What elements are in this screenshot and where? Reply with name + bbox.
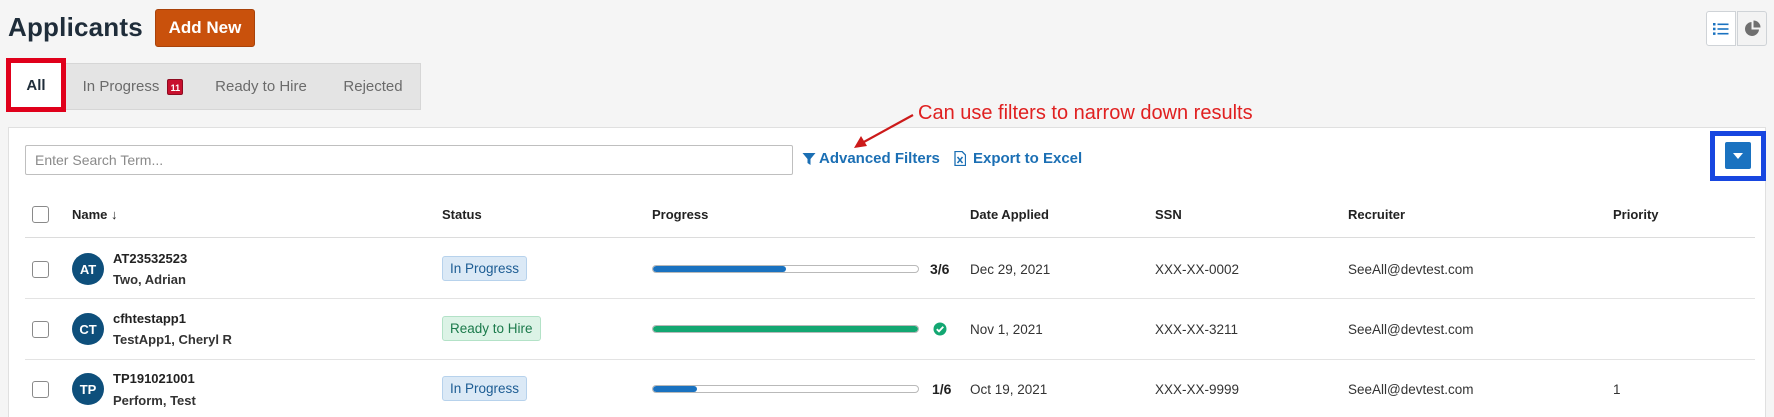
chart-view-button[interactable] xyxy=(1737,11,1767,46)
tab-rejected[interactable]: Rejected xyxy=(335,63,411,110)
caret-down-icon xyxy=(1733,152,1743,159)
date-applied: Dec 29, 2021 xyxy=(970,262,1051,277)
table-header-row xyxy=(25,190,1755,238)
column-header-date-applied[interactable]: Date Applied xyxy=(970,207,1049,222)
progress-count: 3/6 xyxy=(930,261,950,277)
avatar: AT xyxy=(72,253,104,285)
status-badge: In Progress xyxy=(442,256,528,281)
applicant-name[interactable]: TestApp1, Cheryl R xyxy=(113,332,232,347)
column-header-recruiter[interactable]: Recruiter xyxy=(1348,207,1405,222)
advanced-filters-label: Advanced Filters xyxy=(819,150,940,167)
avatar: CT xyxy=(72,313,104,345)
list-view-icon xyxy=(1713,22,1729,35)
progress-bar xyxy=(652,265,919,273)
column-header-name-label: Name xyxy=(72,207,108,222)
check-circle-icon xyxy=(933,322,947,336)
add-new-button[interactable]: Add New xyxy=(155,9,255,47)
select-all-checkbox[interactable] xyxy=(32,206,49,223)
date-applied: Oct 19, 2021 xyxy=(970,382,1048,397)
annotation-arrow-icon xyxy=(854,114,914,148)
progress-fill xyxy=(653,386,698,392)
list-view-button[interactable] xyxy=(1706,11,1736,46)
recruiter: SeeAll@devtest.com xyxy=(1348,262,1474,277)
date-applied: Nov 1, 2021 xyxy=(970,322,1043,337)
ssn: XXX-XX-3211 xyxy=(1155,322,1239,337)
export-excel-label: Export to Excel xyxy=(973,150,1083,167)
priority: 1 xyxy=(1613,382,1621,397)
status-badge: Ready to Hire xyxy=(442,316,541,341)
tab-rejected-label: Rejected xyxy=(343,78,403,95)
applicant-id[interactable]: AT23532523 xyxy=(113,251,187,266)
page-title: Applicants xyxy=(8,12,143,42)
row-checkbox[interactable] xyxy=(32,261,49,278)
column-header-priority[interactable]: Priority xyxy=(1613,207,1659,222)
in-progress-count-badge: 11 xyxy=(167,78,184,95)
applicant-name[interactable]: Perform, Test xyxy=(113,393,196,408)
avatar: TP xyxy=(72,373,104,405)
progress-fill xyxy=(653,326,918,332)
tab-ready-to-hire-label: Ready to Hire xyxy=(215,78,307,95)
applicant-id[interactable]: cfhtestapp1 xyxy=(113,311,186,326)
tab-all-label: All xyxy=(26,76,46,94)
ssn: XXX-XX-9999 xyxy=(1155,382,1240,397)
status-badge: In Progress xyxy=(442,376,528,401)
tab-ready-to-hire[interactable]: Ready to Hire xyxy=(206,63,316,110)
tab-all[interactable]: All xyxy=(6,58,66,112)
tab-in-progress-label: In Progress xyxy=(82,78,160,95)
progress-count: 1/6 xyxy=(932,381,952,397)
filter-icon xyxy=(802,152,816,165)
search-input[interactable] xyxy=(25,145,793,175)
sort-arrow-icon: ↓ xyxy=(111,207,118,222)
column-options-dropdown-button[interactable] xyxy=(1725,142,1751,169)
recruiter: SeeAll@devtest.com xyxy=(1348,382,1474,397)
applicant-name[interactable]: Two, Adrian xyxy=(113,272,186,287)
column-header-status[interactable]: Status xyxy=(442,207,482,222)
recruiter: SeeAll@devtest.com xyxy=(1348,322,1474,337)
pie-chart-icon xyxy=(1744,20,1760,36)
annotation-text: Can use filters to narrow down results xyxy=(918,102,1253,124)
advanced-filters-button[interactable]: Advanced Filters xyxy=(802,150,940,167)
column-header-name[interactable]: Name ↓ xyxy=(72,207,118,222)
applicant-id[interactable]: TP191021001 xyxy=(113,371,195,386)
row-checkbox[interactable] xyxy=(32,381,49,398)
progress-fill xyxy=(653,266,786,272)
progress-bar xyxy=(652,325,919,333)
excel-icon xyxy=(954,151,966,166)
progress-bar xyxy=(652,385,919,393)
export-excel-button[interactable]: Export to Excel xyxy=(954,150,1082,167)
ssn: XXX-XX-0002 xyxy=(1155,262,1240,277)
row-checkbox[interactable] xyxy=(32,321,49,338)
tab-in-progress[interactable]: In Progress 11 xyxy=(73,63,193,110)
column-header-ssn[interactable]: SSN xyxy=(1155,207,1182,222)
column-header-progress[interactable]: Progress xyxy=(652,207,708,222)
